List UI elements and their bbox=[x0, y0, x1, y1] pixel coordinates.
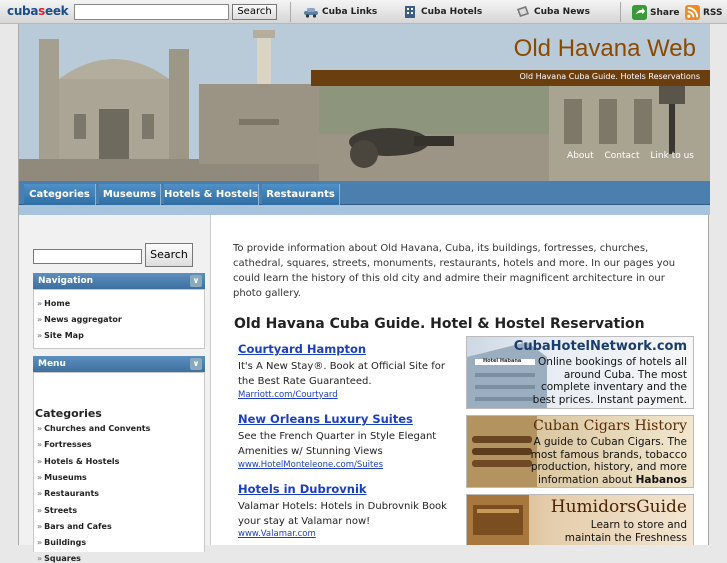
cubaseek-logo[interactable]: cubaseek bbox=[7, 4, 69, 18]
nav-item-news-aggregator[interactable]: » News aggregator bbox=[37, 315, 122, 324]
ad-text: It's A New Stay®. Book at Official Site … bbox=[238, 361, 446, 387]
ad-title-link[interactable]: Hotels in Dubrovnik bbox=[238, 482, 367, 496]
chevron-down-icon[interactable]: ∨ bbox=[190, 358, 202, 370]
promo-text: A guide to Cuban Cigars. The most famous… bbox=[530, 436, 687, 486]
tab-categories[interactable]: Categories bbox=[24, 184, 96, 205]
ad-title-link[interactable]: Courtyard Hampton bbox=[238, 342, 366, 356]
tab-hotels-hostels[interactable]: Hotels & Hostels bbox=[164, 184, 259, 205]
promo-cuba-hotel-network[interactable]: Hotel Habana CubaHotelNetwork.com Online… bbox=[466, 336, 694, 409]
divider bbox=[290, 2, 291, 22]
contact-link[interactable]: Contact bbox=[605, 151, 640, 161]
divider bbox=[620, 2, 621, 22]
menu-header[interactable]: Menu ∨ bbox=[33, 356, 205, 372]
page-frame: Old Havana Web Old Havana Cuba Guide. Ho… bbox=[18, 24, 710, 563]
category-item[interactable]: » Churches and Convents bbox=[37, 424, 150, 433]
header-banner: Old Havana Web Old Havana Cuba Guide. Ho… bbox=[19, 24, 710, 181]
category-item[interactable]: » Buildings bbox=[37, 538, 86, 547]
category-item[interactable]: » Restaurants bbox=[37, 489, 99, 498]
promo-text: Learn to store and maintain the Freshnes… bbox=[564, 519, 687, 544]
sidebar: Search Navigation ∨ » Home » News aggregat… bbox=[19, 215, 211, 563]
sidebar-search-input[interactable] bbox=[33, 249, 142, 264]
chevron-down-icon[interactable]: ∨ bbox=[190, 275, 202, 287]
top-toolbar: cubaseek Search Cuba Links Cuba Hotels C… bbox=[0, 0, 727, 24]
cuba-news-link[interactable]: Cuba News bbox=[515, 5, 590, 19]
ad-title-link[interactable]: New Orleans Luxury Suites bbox=[238, 412, 413, 426]
ad-url-link[interactable]: www.HotelMonteleone.com/Suites bbox=[238, 460, 383, 470]
nav-item-home[interactable]: » Home bbox=[37, 299, 70, 308]
promo-brand: HumidorsGuide bbox=[550, 497, 687, 517]
categories-heading: Categories bbox=[35, 407, 102, 420]
cuba-links-link[interactable]: Cuba Links bbox=[303, 5, 377, 19]
nav-underline bbox=[19, 205, 710, 215]
building-icon bbox=[405, 5, 415, 18]
ad-text: Valamar Hotels: Hotels in Dubrovnik Book… bbox=[238, 501, 447, 527]
promo-cuban-cigars-history[interactable]: Cuban Cigars History A guide to Cuban Ci… bbox=[466, 415, 694, 488]
header-links: About Contact Link to us bbox=[559, 151, 694, 161]
tab-museums[interactable]: Museums bbox=[99, 184, 161, 205]
about-link[interactable]: About bbox=[567, 151, 594, 161]
humidor-image bbox=[467, 495, 529, 545]
sidebar-search-button[interactable]: Search bbox=[145, 243, 193, 267]
rss-button[interactable]: RSS bbox=[685, 5, 723, 20]
promo-text: Online bookings of hotels all around Cub… bbox=[532, 356, 687, 406]
toolbar-search-input[interactable] bbox=[74, 4, 229, 20]
nav-item-site-map[interactable]: » Site Map bbox=[37, 331, 84, 340]
site-subtitle: Old Havana Cuba Guide. Hotels Reservatio… bbox=[519, 72, 701, 81]
category-item[interactable]: » Museums bbox=[37, 473, 87, 482]
category-item[interactable]: » Fortresses bbox=[37, 440, 92, 449]
guide-heading: Old Havana Cuba Guide. Hotel & Hostel Re… bbox=[234, 316, 645, 332]
tab-restaurants[interactable]: Restaurants bbox=[262, 184, 340, 205]
ad-url-link[interactable]: www.Valamar.com bbox=[238, 529, 316, 539]
cuba-hotels-link[interactable]: Cuba Hotels bbox=[402, 5, 482, 19]
promo-humidors-guide[interactable]: HumidorsGuide Learn to store and maintai… bbox=[466, 494, 694, 545]
rss-icon bbox=[685, 5, 700, 20]
category-item[interactable]: » Streets bbox=[37, 506, 77, 515]
ad-url-link[interactable]: Marriott.com/Courtyard bbox=[238, 390, 338, 400]
promo-brand: Cuban Cigars History bbox=[533, 418, 687, 434]
link-to-us-link[interactable]: Link to us bbox=[650, 151, 694, 161]
toolbar-search-button[interactable]: Search bbox=[232, 4, 277, 20]
primary-nav: Categories Museums Hotels & Hostels Rest… bbox=[19, 181, 710, 205]
navigation-header[interactable]: Navigation ∨ bbox=[33, 273, 205, 289]
category-item[interactable]: » Squares bbox=[37, 554, 81, 563]
category-item[interactable]: » Bars and Cafes bbox=[37, 522, 112, 531]
newspaper-icon bbox=[517, 5, 529, 17]
share-button[interactable]: Share bbox=[632, 5, 680, 20]
share-icon bbox=[632, 5, 647, 20]
car-icon bbox=[304, 7, 318, 18]
intro-paragraph: To provide information about Old Havana,… bbox=[233, 243, 676, 299]
category-item[interactable]: » Hotels & Hostels bbox=[37, 457, 119, 466]
ad-text: See the French Quarter in Style Elegant … bbox=[238, 431, 437, 457]
promo-brand: CubaHotelNetwork.com bbox=[513, 339, 687, 354]
hotel-sign-text: Hotel Habana bbox=[483, 358, 522, 364]
site-title: Old Havana Web bbox=[513, 35, 696, 62]
